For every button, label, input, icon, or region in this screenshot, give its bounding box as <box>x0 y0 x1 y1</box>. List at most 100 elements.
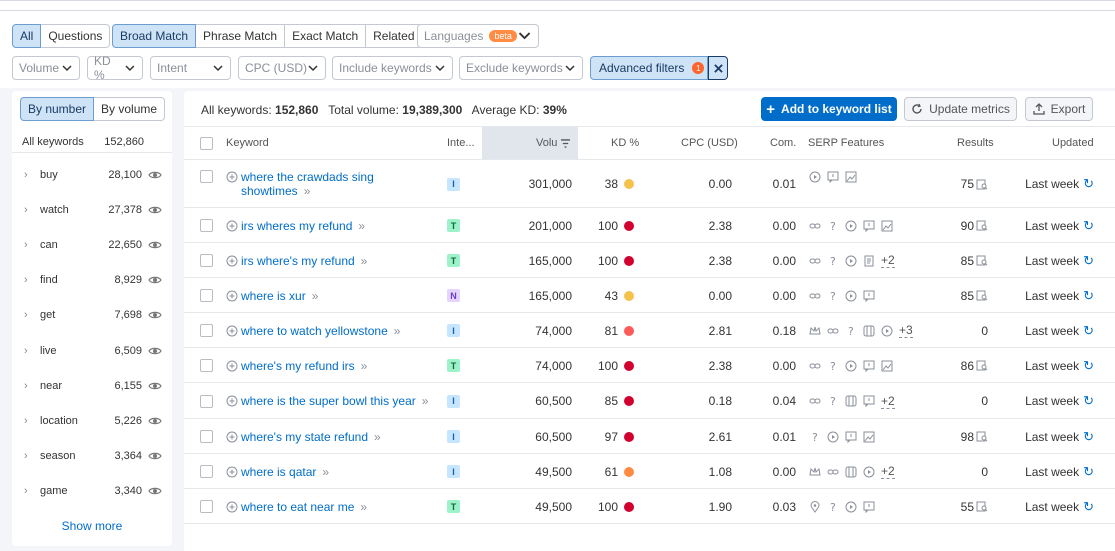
serp-snapshot-icon[interactable] <box>974 179 988 190</box>
row-checkbox[interactable] <box>200 243 213 278</box>
sidebar-group-7[interactable]: › location 5,226 <box>12 403 172 438</box>
eye-icon[interactable] <box>148 310 162 320</box>
more-serp-features[interactable]: +2 <box>881 253 895 268</box>
eye-icon[interactable] <box>148 451 162 461</box>
sidebar-group-9[interactable]: › game 3,340 <box>12 474 172 509</box>
sidebar-group-5[interactable]: › live 6,509 <box>12 333 172 368</box>
double-chevron-icon[interactable]: » <box>394 324 401 338</box>
sidebar-group-0[interactable]: › buy 28,100 <box>12 157 172 192</box>
tab-exact-match[interactable]: Exact Match <box>284 24 367 48</box>
keyword-link[interactable]: where to eat near me <box>241 500 354 514</box>
serp-snapshot-icon[interactable] <box>974 360 988 371</box>
tab-all[interactable]: All <box>12 24 42 48</box>
cpc-dropdown[interactable]: CPC (USD) <box>238 56 326 80</box>
double-chevron-icon[interactable]: » <box>361 359 368 373</box>
results-cell[interactable]: 0 <box>924 313 988 348</box>
volume-dropdown[interactable]: Volume <box>12 56 80 80</box>
refresh-icon[interactable]: ↻ <box>1083 393 1094 409</box>
serp-snapshot-icon[interactable] <box>974 501 988 512</box>
double-chevron-icon[interactable]: » <box>312 289 319 303</box>
add-keyword-icon[interactable] <box>226 325 241 337</box>
eye-icon[interactable] <box>148 275 162 285</box>
keyword-link[interactable]: where is xur <box>241 289 306 303</box>
results-cell[interactable]: 0 <box>924 454 988 489</box>
languages-dropdown[interactable]: Languages beta <box>417 24 539 48</box>
col-cpc[interactable]: CPC (USD) <box>681 127 738 159</box>
row-checkbox[interactable] <box>200 454 213 489</box>
refresh-icon[interactable]: ↻ <box>1083 218 1094 234</box>
more-serp-features[interactable]: +3 <box>899 323 913 338</box>
double-chevron-icon[interactable]: » <box>361 254 368 268</box>
double-chevron-icon[interactable]: » <box>422 394 429 408</box>
exclude-keywords-dropdown[interactable]: Exclude keywords <box>459 56 583 80</box>
col-updated[interactable]: Updated <box>1052 127 1094 159</box>
show-more-link[interactable]: Show more <box>12 519 172 533</box>
keyword-link[interactable]: where to watch yellowstone <box>241 324 388 338</box>
keyword-link[interactable]: where is qatar <box>241 465 316 479</box>
row-checkbox[interactable] <box>200 383 213 419</box>
add-to-keyword-list-button[interactable]: + Add to keyword list <box>761 97 897 121</box>
double-chevron-icon[interactable]: » <box>304 184 311 198</box>
col-intent[interactable]: Inte... <box>447 127 475 159</box>
more-serp-features[interactable]: +2 <box>881 394 895 409</box>
refresh-icon[interactable]: ↻ <box>1083 358 1094 374</box>
sidebar-group-1[interactable]: › watch 27,378 <box>12 192 172 227</box>
tab-questions[interactable]: Questions <box>40 24 111 48</box>
refresh-icon[interactable]: ↻ <box>1083 323 1094 339</box>
results-cell[interactable]: 85 <box>924 278 988 313</box>
export-button[interactable]: Export <box>1025 97 1093 121</box>
tab-broad-match[interactable]: Broad Match <box>112 24 197 48</box>
results-cell[interactable]: 86 <box>924 348 988 383</box>
eye-icon[interactable] <box>148 205 162 215</box>
refresh-icon[interactable]: ↻ <box>1083 464 1094 480</box>
add-keyword-icon[interactable] <box>226 431 241 443</box>
more-serp-features[interactable]: +2 <box>881 464 895 479</box>
refresh-icon[interactable]: ↻ <box>1083 176 1094 192</box>
sidebar-group-2[interactable]: › can 22,650 <box>12 227 172 262</box>
sidebar-group-8[interactable]: › season 3,364 <box>12 439 172 474</box>
results-cell[interactable]: 98 <box>924 419 988 454</box>
col-serp-features[interactable]: SERP Features <box>808 127 884 159</box>
eye-icon[interactable] <box>148 381 162 391</box>
results-cell[interactable]: 0 <box>924 383 988 419</box>
keyword-link[interactable]: where's my state refund <box>241 430 368 444</box>
refresh-icon[interactable]: ↻ <box>1083 499 1094 515</box>
row-checkbox[interactable] <box>200 278 213 313</box>
keyword-link[interactable]: where's my refund irs <box>241 359 355 373</box>
kd-dropdown[interactable]: KD % <box>87 54 143 82</box>
serp-snapshot-icon[interactable] <box>974 255 988 266</box>
add-keyword-icon[interactable] <box>226 466 241 478</box>
double-chevron-icon[interactable]: » <box>374 430 381 444</box>
results-cell[interactable]: 90 <box>924 208 988 243</box>
keyword-link[interactable]: where the crawdads sing <box>241 170 374 184</box>
select-all-checkbox[interactable] <box>200 127 213 159</box>
all-keywords-group[interactable]: All keywords 152,860 <box>12 131 172 153</box>
intent-dropdown[interactable]: Intent <box>150 56 231 80</box>
add-keyword-icon[interactable] <box>226 220 241 232</box>
col-keyword[interactable]: Keyword <box>226 127 269 159</box>
eye-icon[interactable] <box>148 240 162 250</box>
serp-snapshot-icon[interactable] <box>974 431 988 442</box>
include-keywords-dropdown[interactable]: Include keywords <box>332 56 453 80</box>
eye-icon[interactable] <box>148 346 162 356</box>
serp-snapshot-icon[interactable] <box>974 220 988 231</box>
col-kd[interactable]: KD % <box>611 127 639 159</box>
tab-related[interactable]: Related <box>365 24 423 48</box>
eye-icon[interactable] <box>148 416 162 426</box>
refresh-icon[interactable]: ↻ <box>1083 253 1094 269</box>
tab-phrase-match[interactable]: Phrase Match <box>195 24 286 48</box>
results-cell[interactable]: 55 <box>924 489 988 524</box>
keyword-link-cont[interactable]: showtimes <box>241 184 298 198</box>
sidebar-group-4[interactable]: › get 7,698 <box>12 298 172 333</box>
row-checkbox[interactable] <box>200 419 213 454</box>
by-number-toggle[interactable]: By number <box>20 97 95 121</box>
refresh-icon[interactable]: ↻ <box>1083 288 1094 304</box>
add-keyword-icon[interactable] <box>226 171 241 183</box>
eye-icon[interactable] <box>148 170 162 180</box>
add-keyword-icon[interactable] <box>226 290 241 302</box>
double-chevron-icon[interactable]: » <box>358 219 365 233</box>
results-cell[interactable]: 85 <box>924 243 988 278</box>
clear-advanced-filters-button[interactable] <box>708 56 728 80</box>
row-checkbox[interactable] <box>200 169 213 183</box>
serp-snapshot-icon[interactable] <box>974 290 988 301</box>
